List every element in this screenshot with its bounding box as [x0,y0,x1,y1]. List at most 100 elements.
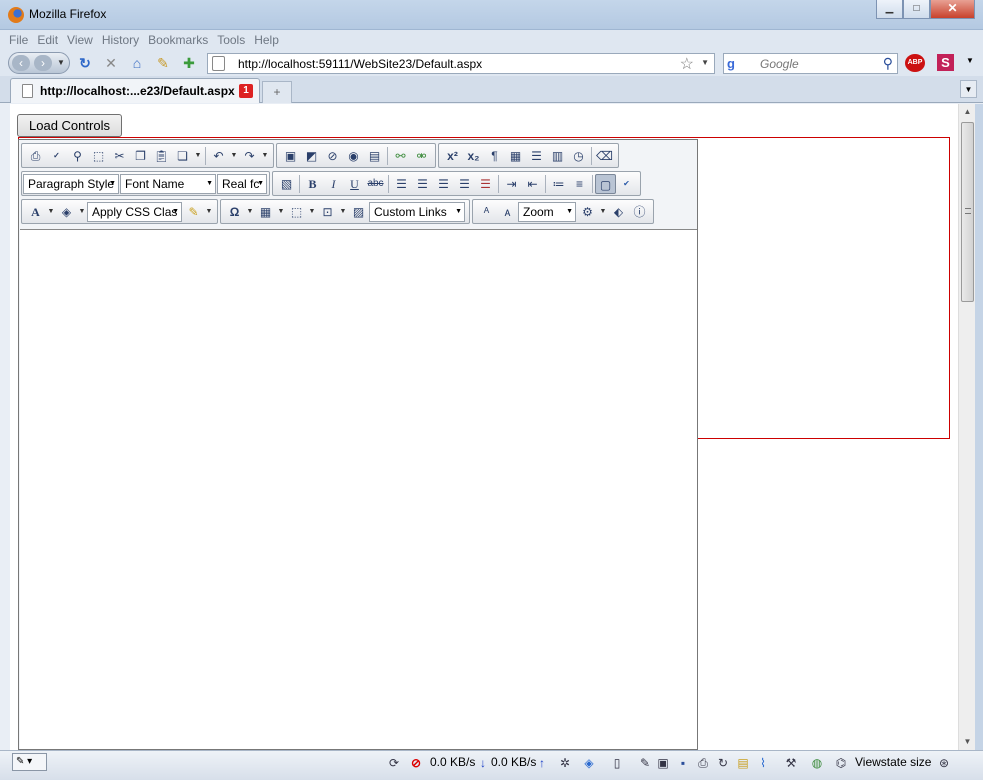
italic-icon[interactable]: I [323,174,344,194]
sync-icon[interactable]: ⟳ [385,754,403,772]
outdent-icon[interactable]: ⇤ [522,174,543,194]
custom-links-dropdown[interactable]: Custom Links ▼ [369,201,465,222]
back-button[interactable]: ‹ [12,55,30,71]
cut-icon[interactable]: ✂ [109,146,130,166]
screenshot-icon[interactable]: ▣ [654,754,672,772]
module-manager-icon[interactable]: ⚙ [577,202,598,222]
paste-text-icon[interactable]: ▦ [505,146,526,166]
help-icon[interactable]: ⓘ [629,202,650,222]
menu-tools[interactable]: Tools [217,30,245,50]
globe-icon[interactable]: ◍ [808,754,826,772]
form-element-dropdown-icon[interactable]: ▼ [338,202,348,222]
undo-dropdown-icon[interactable]: ▼ [229,146,239,166]
paste-options-icon[interactable]: ❏ [172,146,193,166]
image-manager-icon[interactable]: ▣ [280,146,301,166]
table-dropdown-icon[interactable]: ▼ [276,202,286,222]
scroll-up-icon[interactable]: ▲ [959,104,976,120]
font-size-dropdown[interactable]: Real fc ▼ [217,173,267,194]
subscript-icon[interactable]: x₂ [463,146,484,166]
search-icon[interactable]: ⚲ [883,55,893,72]
zoom-dropdown[interactable]: Zoom ▼ [518,201,576,222]
search-placeholder[interactable]: Google [760,57,799,71]
network-icon[interactable]: ◈ [580,754,598,772]
insert-date-icon[interactable]: ▥ [547,146,568,166]
document-manager-icon[interactable]: ▤ [364,146,385,166]
load-controls-button[interactable]: Load Controls [17,114,122,137]
paste-icon[interactable]: 📋︎ [151,146,172,166]
format-sets-icon[interactable]: ✎ [183,202,204,222]
close-button[interactable]: ✕ [930,0,975,19]
firebug-tool-dropdown[interactable]: ✎ ▾ [12,753,47,771]
align-center-icon[interactable]: ☰ [412,174,433,194]
paste-dropdown-icon[interactable]: ▼ [193,146,203,166]
search-bar[interactable]: g Google ⚲ [723,53,898,74]
snippet-icon[interactable]: ⬚ [286,202,307,222]
scroll-down-icon[interactable]: ▼ [959,734,976,750]
url-text[interactable]: http://localhost:59111/WebSite23/Default… [238,57,482,71]
insert-time-icon[interactable]: ◷ [568,146,589,166]
adblock-icon[interactable]: ABP [905,54,925,72]
format-sets-dropdown-icon[interactable]: ▼ [204,202,214,222]
menu-view[interactable]: View [67,30,93,50]
spellcheck-icon[interactable]: ✓ [46,146,67,166]
superscript-icon[interactable]: x² [442,146,463,166]
broom-icon[interactable]: ✎ [154,54,172,72]
convert-lower-icon[interactable]: ᴬ [476,202,497,222]
print-status-icon[interactable]: ⎙ [694,754,712,772]
tab-default-aspx[interactable]: http://localhost:...e23/Default.aspx 1 [10,78,260,103]
paragraph-icon[interactable]: ¶ [484,146,505,166]
menu-bookmarks[interactable]: Bookmarks [148,30,208,50]
apply-css-class-dropdown[interactable]: Apply CSS Clas ▼ [87,201,182,222]
maximize-button[interactable]: □ [903,0,930,19]
menu-file[interactable]: File [9,30,28,50]
copy-icon[interactable]: ❐ [130,146,151,166]
indent-icon[interactable]: ⇥ [501,174,522,194]
undo-icon[interactable]: ↶ [208,146,229,166]
strikethrough-icon[interactable]: abc [365,174,386,194]
viewstate-size-label[interactable]: Viewstate size [855,755,931,769]
google-engine-icon[interactable]: g [727,56,743,72]
insert-table-icon[interactable]: ▦ [255,202,276,222]
s-addon-icon[interactable]: S [937,54,954,71]
snippet-dropdown-icon[interactable]: ▼ [307,202,317,222]
font-name-dropdown[interactable]: Font Name ▼ [120,173,216,194]
vertical-scrollbar[interactable]: ▲ ▼ [958,104,975,750]
bold-icon[interactable]: B [302,174,323,194]
blocked-icon[interactable]: ⊘ [407,754,425,772]
symbols-dropdown-icon[interactable]: ▼ [245,202,255,222]
bookmark-star-icon[interactable]: ☆ [680,54,694,74]
editor-content-area[interactable] [20,229,697,749]
tools-icon[interactable]: ⚒ [782,754,800,772]
chart-icon[interactable]: ⌬ [832,754,850,772]
w3c-validate-icon[interactable]: ✔ [616,174,637,194]
save-icon[interactable]: ▪ [674,754,692,772]
url-dropdown-icon[interactable]: ▼ [701,58,709,67]
addon-dropdown-icon[interactable]: ▼ [966,56,974,65]
module-manager-dropdown-icon[interactable]: ▼ [598,202,608,222]
remove-alignment-icon[interactable]: ☰ [475,174,496,194]
bullet-list-icon[interactable]: ≡ [569,174,590,194]
tab-list-dropdown-icon[interactable]: ▼ [960,80,977,98]
numbered-list-icon[interactable]: ≔ [548,174,569,194]
forward-button[interactable]: › [34,55,52,71]
convert-upper-icon[interactable]: ᴀ [497,202,518,222]
minimize-button[interactable]: ▁ [876,0,903,19]
justify-icon[interactable]: ☰ [454,174,475,194]
menu-history[interactable]: History [102,30,139,50]
xhtml-validator-icon[interactable]: ⬖ [608,202,629,222]
firebug-icon[interactable]: ✲ [556,754,574,772]
image-map-icon[interactable]: ◩ [301,146,322,166]
back-color-dropdown-icon[interactable]: ▼ [77,202,87,222]
paragraph-style-dropdown[interactable]: Paragraph Style ▼ [23,173,119,194]
find-icon[interactable]: ⚲ [67,146,88,166]
image-properties-icon[interactable]: ▨ [348,202,369,222]
back-color-icon[interactable]: ◈ [56,202,77,222]
history-dropdown-icon[interactable]: ▼ [55,55,67,71]
stop-icon[interactable]: ✕ [102,54,120,72]
redo-icon[interactable]: ↷ [239,146,260,166]
scroll-thumb[interactable] [961,122,974,302]
url-bar[interactable]: http://localhost:59111/WebSite23/Default… [207,53,715,74]
notes-icon[interactable]: ▤ [734,754,752,772]
graph-icon[interactable]: ⌇ [754,754,772,772]
home-icon[interactable]: ⌂ [128,54,146,72]
